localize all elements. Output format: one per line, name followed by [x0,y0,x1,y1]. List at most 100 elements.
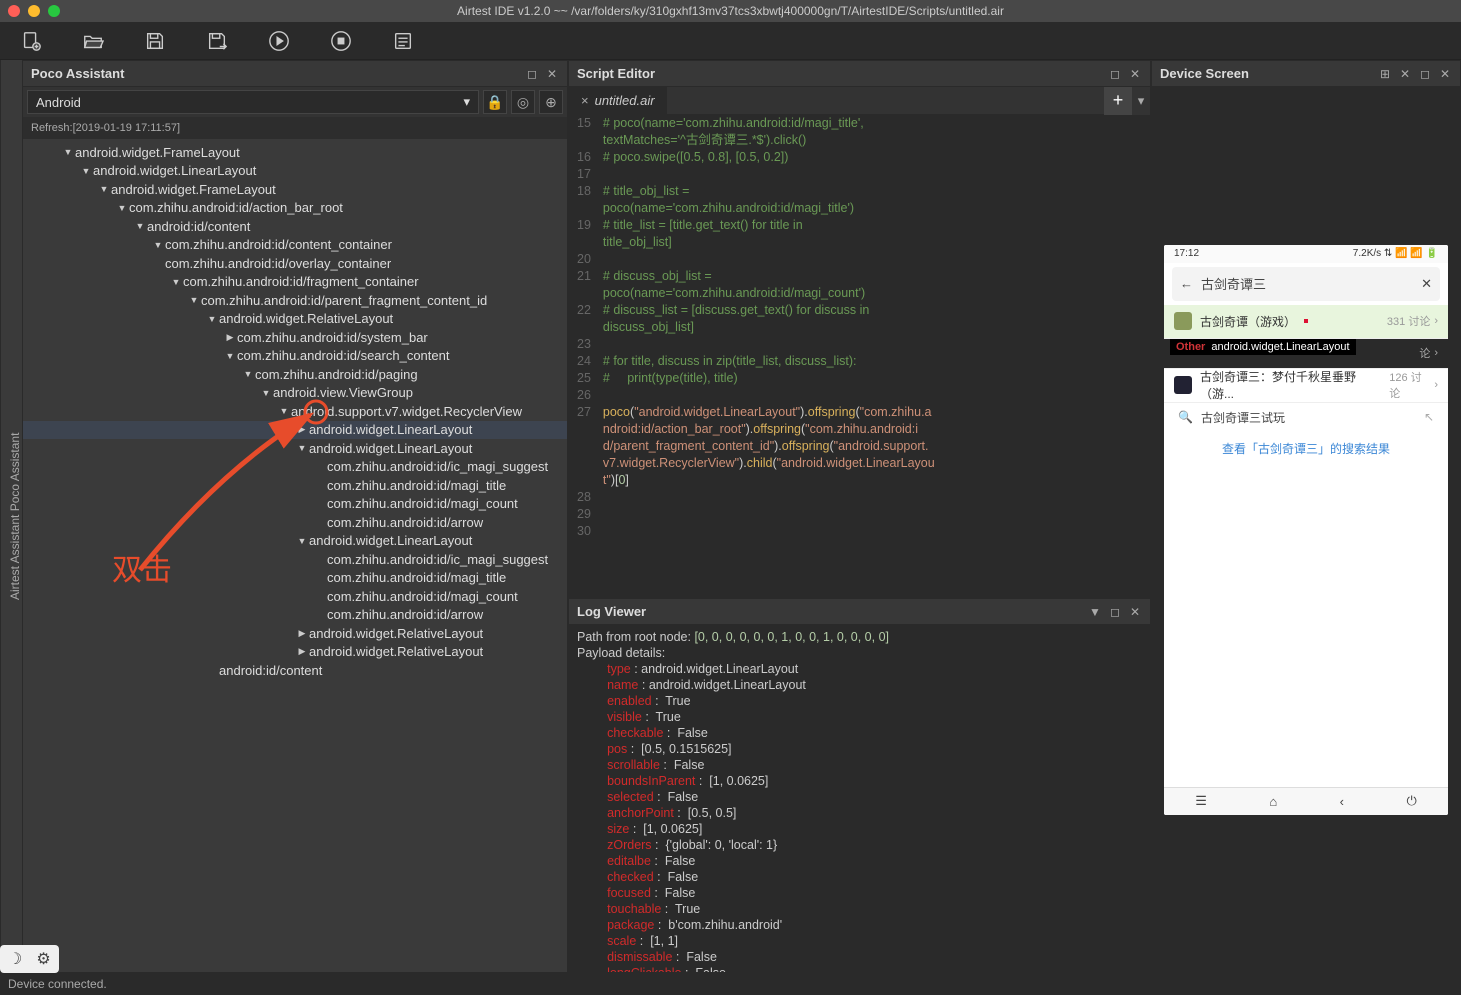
tree-node[interactable]: ▼android.support.v7.widget.RecyclerView [23,402,567,421]
tree-arrow-icon: ▶ [295,628,309,639]
editor-tab[interactable]: × untitled.air [569,87,667,114]
theme-toggle-float[interactable]: ☽ ⚙ [0,945,59,973]
tree-label: android.widget.LinearLayout [309,422,472,437]
tree-label: android:id/content [147,219,250,234]
tree-node[interactable]: ▼android.widget.FrameLayout [23,180,567,199]
status-bar: Device connected. [0,973,1461,995]
tree-node[interactable]: ▶android.widget.RelativeLayout [23,624,567,643]
tree-arrow-icon: ▶ [223,332,237,343]
window-close-icon[interactable] [8,5,20,17]
tools-icon[interactable]: ✕ [1398,67,1412,81]
run-icon[interactable] [268,30,290,52]
panel-close-icon[interactable]: ✕ [1128,67,1142,81]
panel-undock-icon[interactable]: ◻ [1108,605,1122,619]
panel-close-icon[interactable]: ✕ [1438,67,1452,81]
record-icon[interactable]: ◎ [511,90,535,114]
save-icon[interactable] [144,30,166,52]
panel-close-icon[interactable]: ✕ [545,67,559,81]
window-title: Airtest IDE v1.2.0 ~~ /var/folders/ky/31… [457,4,1004,18]
power-icon[interactable]: ⏻ [1406,793,1416,809]
tree-node[interactable]: ▶com.zhihu.android:id/system_bar [23,328,567,347]
new-tab-button[interactable]: + [1104,87,1132,115]
tree-node[interactable]: ▼com.zhihu.android:id/fragment_container [23,273,567,292]
list-item[interactable]: 古剑奇谭三：梦付千秋星垂野（游... 126 讨论› [1164,369,1448,403]
chevron-down-icon: ▾ [463,94,470,110]
insert-icon[interactable]: ↖ [1424,410,1434,424]
tree-node[interactable]: ▶android.widget.RelativeLayout [23,643,567,662]
tree-node[interactable]: ▼android.view.ViewGroup [23,384,567,403]
device-mirror[interactable]: 17:12 7.2K/s ⇅ 📶 📶 🔋 ← 古剑奇谭三 ✕ 古剑奇谭（游戏） [1164,245,1448,815]
tree-node[interactable]: ▼com.zhihu.android:id/content_container [23,236,567,255]
row-meta: 126 讨论 [1389,369,1430,401]
ui-tree[interactable]: ▼android.widget.FrameLayout▼android.widg… [23,139,567,972]
chevron-right-icon: › [1434,315,1438,327]
tab-menu-icon[interactable]: ▾ [1132,87,1150,115]
search-all-link[interactable]: 查看「古剑奇谭三」的搜索结果 [1164,432,1448,465]
tree-node[interactable]: ▶android.widget.LinearLayout [23,421,567,440]
tree-node[interactable]: ▼android:id/content [23,217,567,236]
tree-node[interactable]: com.zhihu.android:id/magi_count [23,587,567,606]
stop-icon[interactable] [330,30,352,52]
phone-status-icons: 7.2K/s ⇅ 📶 📶 🔋 [1353,248,1438,259]
tree-node[interactable]: com.zhihu.android:id/magi_title [23,476,567,495]
inspect-icon[interactable]: ⊕ [539,90,563,114]
window-minimize-icon[interactable] [28,5,40,17]
tree-node[interactable]: ▼android.widget.RelativeLayout [23,310,567,329]
refresh-bar[interactable]: Refresh:[2019-01-19 17:11:57] [23,117,567,139]
lock-icon[interactable]: 🔒 [483,90,507,114]
gear-icon[interactable]: ⚙ [36,949,50,969]
side-tab[interactable]: Airtest Assistant Poco Assistant [0,60,22,973]
save-as-icon[interactable] [206,30,228,52]
badge-type: Other [1176,341,1205,353]
tab-close-icon[interactable]: × [581,93,589,108]
clear-icon[interactable]: ✕ [1421,276,1432,292]
tree-node[interactable]: ▼android.widget.LinearLayout [23,532,567,551]
report-icon[interactable] [392,30,414,52]
tree-node[interactable]: ▼com.zhihu.android:id/parent_fragment_co… [23,291,567,310]
tree-label: com.zhihu.android:id/magi_count [327,496,518,511]
tree-node[interactable]: ▼android.widget.LinearLayout [23,162,567,181]
tree-node[interactable]: com.zhihu.android:id/ic_magi_suggest [23,458,567,477]
target-icon[interactable]: ⊞ [1378,67,1392,81]
filter-icon[interactable]: ▼ [1088,605,1102,619]
tree-node[interactable]: com.zhihu.android:id/arrow [23,606,567,625]
tree-label: android.widget.FrameLayout [111,182,276,197]
tree-node[interactable]: ▼android.widget.LinearLayout [23,439,567,458]
tree-node[interactable]: ▼com.zhihu.android:id/search_content [23,347,567,366]
tree-label: android.support.v7.widget.RecyclerView [291,404,522,419]
window-zoom-icon[interactable] [48,5,60,17]
poco-driver-select[interactable]: Android ▾ [27,90,479,114]
phone-search-bar[interactable]: ← 古剑奇谭三 ✕ [1172,267,1440,301]
tree-node[interactable]: android:id/content [23,661,567,680]
tree-label: com.zhihu.android:id/magi_title [327,478,506,493]
tree-arrow-icon: ▼ [241,369,255,379]
log-output[interactable]: Path from root node: [0, 0, 0, 0, 0, 0, … [569,625,1150,972]
tree-node[interactable]: com.zhihu.android:id/overlay_container [23,254,567,273]
panel-undock-icon[interactable]: ◻ [1108,67,1122,81]
back-icon[interactable]: ← [1180,276,1193,291]
panel-close-icon[interactable]: ✕ [1128,605,1142,619]
tree-node[interactable]: com.zhihu.android:id/arrow [23,513,567,532]
home-icon[interactable]: ⌂ [1269,794,1277,809]
tree-label: android.widget.RelativeLayout [309,644,483,659]
tree-arrow-icon: ▼ [61,147,75,157]
tree-node[interactable]: com.zhihu.android:id/magi_count [23,495,567,514]
search-suggest[interactable]: 🔍 古剑奇谭三试玩 ↖ [1164,403,1448,432]
back-nav-icon[interactable]: ‹ [1340,794,1344,809]
tree-node[interactable]: ▼com.zhihu.android:id/paging [23,365,567,384]
panel-undock-icon[interactable]: ◻ [525,67,539,81]
device-title: Device Screen [1160,66,1249,81]
tree-node[interactable]: ▼android.widget.FrameLayout [23,143,567,162]
moon-icon[interactable]: ☽ [8,949,22,969]
menu-icon[interactable]: ☰ [1195,793,1207,809]
tree-node[interactable]: com.zhihu.android:id/magi_title [23,569,567,588]
tree-node[interactable]: com.zhihu.android:id/ic_magi_suggest [23,550,567,569]
tree-label: android:id/content [219,663,322,678]
list-item[interactable]: 古剑奇谭（游戏） 331 讨论› [1164,305,1448,339]
panel-undock-icon[interactable]: ◻ [1418,67,1432,81]
tree-node[interactable]: ▼com.zhihu.android:id/action_bar_root [23,199,567,218]
new-file-icon[interactable] [20,30,42,52]
code-editor[interactable]: 15161718192021222324252627282930 # poco(… [569,115,1150,597]
open-folder-icon[interactable] [82,30,104,52]
tree-arrow-icon: ▼ [79,166,93,176]
